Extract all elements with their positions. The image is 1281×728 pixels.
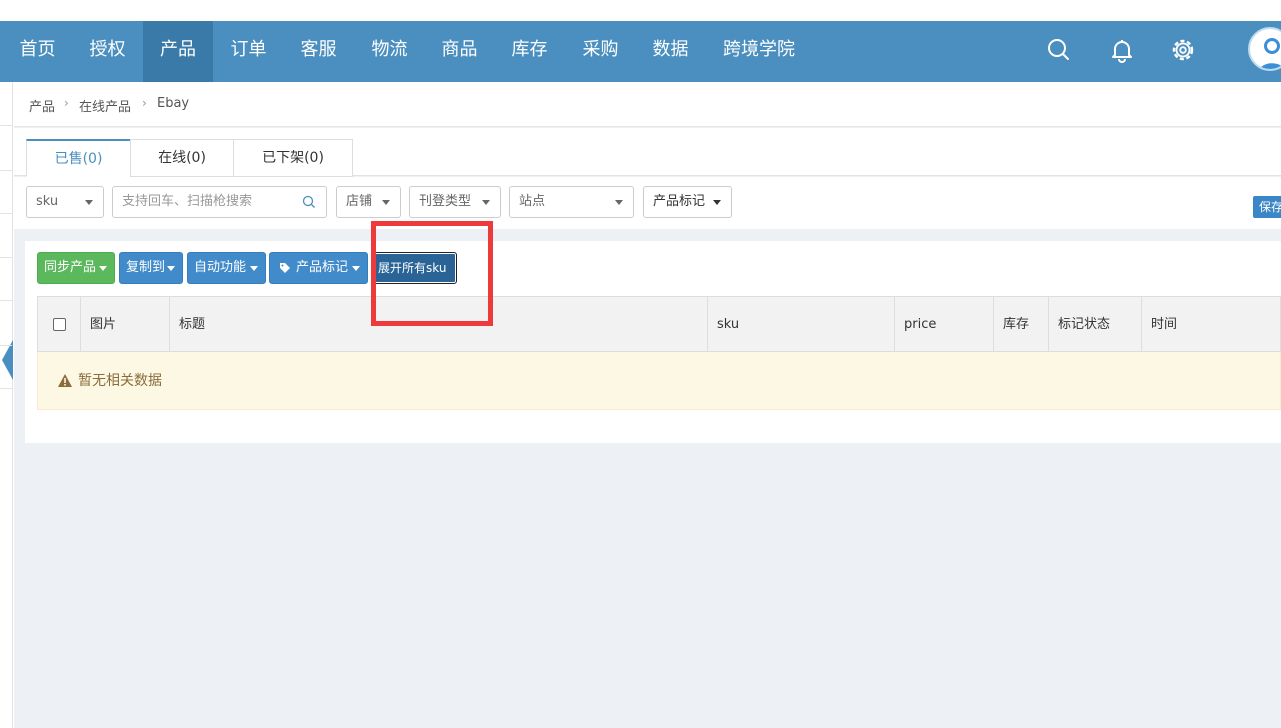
search-icon[interactable] <box>1045 36 1073 64</box>
copy-to-label: 复制到 <box>126 260 166 275</box>
sync-products-label: 同步产品 <box>44 260 97 275</box>
site-select-value: 站点 <box>519 194 546 209</box>
sidebar-divider <box>0 388 12 389</box>
tab-sold[interactable]: 已售(0) <box>26 139 131 177</box>
column-header-mark-status: 标记状态 <box>1049 297 1142 352</box>
store-select[interactable]: 店铺 <box>336 186 401 218</box>
sync-products-button[interactable]: 同步产品 <box>37 252 115 284</box>
nav-item-logistics[interactable]: 物流 <box>357 21 422 82</box>
caret-down-icon <box>167 266 175 271</box>
highlight-box <box>371 221 493 326</box>
column-header-stock: 库存 <box>994 297 1049 352</box>
copy-to-button[interactable]: 复制到 <box>119 252 183 284</box>
search-icon[interactable] <box>302 195 316 209</box>
chevron-right-icon: › <box>64 96 69 110</box>
gear-icon[interactable] <box>1169 36 1197 64</box>
nav-item-home[interactable]: 首页 <box>5 21 70 82</box>
user-avatar[interactable] <box>1248 27 1281 71</box>
filter-bar: sku 支持回车、扫描枪搜索 店铺 刊登类型 站点 产品标记 保存 <box>14 177 1281 229</box>
sidebar-divider <box>0 213 12 214</box>
breadcrumb-item[interactable]: 产品 <box>29 96 55 115</box>
search-input[interactable]: 支持回车、扫描枪搜索 <box>112 186 327 218</box>
caret-down-icon <box>250 266 258 271</box>
sidebar-divider <box>0 345 12 346</box>
product-mark-button[interactable]: 产品标记 <box>269 252 368 284</box>
nav-item-data[interactable]: 数据 <box>638 21 703 82</box>
sidebar-divider <box>0 125 12 126</box>
warning-icon <box>58 374 72 387</box>
caret-down-icon <box>382 200 390 205</box>
store-select-value: 店铺 <box>346 194 373 209</box>
sidebar-toggle-icon[interactable] <box>2 340 13 380</box>
bell-icon[interactable] <box>1108 36 1136 64</box>
empty-state: 暂无相关数据 <box>37 352 1281 410</box>
nav-item-goods[interactable]: 商品 <box>427 21 492 82</box>
caret-down-icon <box>482 200 490 205</box>
product-mark-value: 产品标记 <box>653 194 706 209</box>
sku-select-value: sku <box>36 194 59 209</box>
status-tabs: 已售(0) 在线(0) 已下架(0) <box>14 128 1281 177</box>
select-all-cell <box>38 297 81 352</box>
listing-type-value: 刊登类型 <box>419 194 472 209</box>
auto-function-label: 自动功能 <box>194 260 247 275</box>
sidebar-divider <box>0 170 12 171</box>
table-header: 图片 标题 sku price 库存 标记状态 时间 <box>37 296 1281 352</box>
breadcrumb-item: Ebay <box>157 96 190 111</box>
chevron-right-icon: › <box>142 96 147 110</box>
left-sidebar <box>0 82 13 728</box>
caret-down-icon <box>85 200 93 205</box>
auto-function-button[interactable]: 自动功能 <box>187 252 266 284</box>
nav-item-orders[interactable]: 订单 <box>216 21 281 82</box>
tab-delisted[interactable]: 已下架(0) <box>233 139 353 177</box>
select-all-checkbox[interactable] <box>53 318 66 331</box>
product-mark-select[interactable]: 产品标记 <box>643 186 732 218</box>
save-button[interactable]: 保存 <box>1253 196 1281 218</box>
caret-down-icon <box>99 266 107 271</box>
product-mark-label: 产品标记 <box>296 260 349 275</box>
nav-item-product[interactable]: 产品 <box>143 21 213 82</box>
breadcrumb: 产品 › 在线产品 › Ebay <box>14 82 1281 127</box>
search-placeholder: 支持回车、扫描枪搜索 <box>122 194 253 209</box>
main-content: 产品 › 在线产品 › Ebay 已售(0) 在线(0) 已下架(0) sku … <box>14 82 1281 728</box>
nav-item-academy[interactable]: 跨境学院 <box>715 21 803 82</box>
tag-icon <box>280 263 290 273</box>
nav-item-service[interactable]: 客服 <box>286 21 351 82</box>
user-avatar-icon <box>1259 38 1281 69</box>
product-panel: 同步产品 复制到 自动功能 产品标记 展开所有sku 图片 标题 sku pri… <box>25 241 1281 443</box>
listing-type-select[interactable]: 刊登类型 <box>409 186 501 218</box>
breadcrumb-item[interactable]: 在线产品 <box>79 96 131 115</box>
caret-down-icon <box>352 266 360 271</box>
column-header-time: 时间 <box>1151 317 1178 332</box>
sidebar-divider <box>0 257 12 258</box>
site-select[interactable]: 站点 <box>509 186 634 218</box>
empty-state-text: 暂无相关数据 <box>78 373 162 389</box>
nav-item-purchase[interactable]: 采购 <box>568 21 633 82</box>
column-header-price: price <box>895 297 994 352</box>
column-header-image: 图片 <box>81 297 170 352</box>
caret-down-icon <box>713 200 721 205</box>
column-header-sku: sku <box>708 297 895 352</box>
top-nav-bar: 首页 授权 产品 订单 客服 物流 商品 库存 采购 数据 跨境学院 <box>0 21 1281 82</box>
nav-item-inventory[interactable]: 库存 <box>497 21 562 82</box>
sku-select[interactable]: sku <box>26 186 104 218</box>
nav-item-auth[interactable]: 授权 <box>75 21 140 82</box>
caret-down-icon <box>615 200 623 205</box>
sidebar-divider <box>0 300 12 301</box>
tab-online[interactable]: 在线(0) <box>130 139 234 177</box>
